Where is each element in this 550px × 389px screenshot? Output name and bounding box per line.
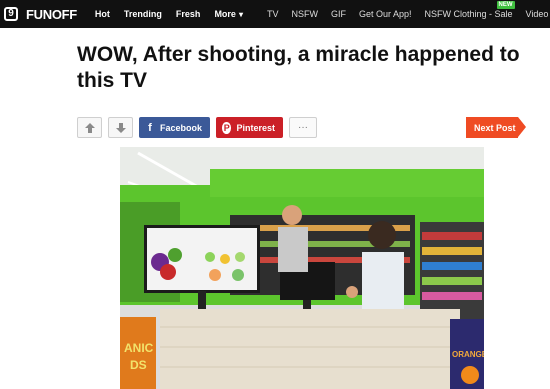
pinterest-label: Pinterest (236, 122, 275, 133)
logo-text: FUNOFF (26, 6, 77, 22)
post-title: WOW, After shooting, a miracle happened … (77, 43, 520, 92)
share-bar: f Facebook P Pinterest ··· (77, 117, 317, 138)
facebook-share-button[interactable]: f Facebook (139, 117, 210, 138)
nav-trending[interactable]: Trending (124, 9, 162, 19)
site-logo[interactable]: 9 FUNOFF (4, 0, 77, 28)
post-image[interactable]: ANIC DS ORANGE (120, 147, 484, 389)
facebook-label: Facebook (159, 122, 202, 133)
nav-nsfw-clothing-label: NSFW Clothing - Sale (424, 9, 513, 19)
arrow-up-icon (84, 122, 95, 133)
nav-fresh[interactable]: Fresh (176, 9, 201, 19)
top-navigation-bar: 9 FUNOFF Hot Trending Fresh More TV NSFW… (0, 0, 550, 28)
nav-get-app[interactable]: Get Our App! (359, 9, 412, 19)
facebook-icon: f (148, 121, 152, 134)
more-share-button[interactable]: ··· (289, 117, 317, 138)
pinterest-share-button[interactable]: P Pinterest (216, 117, 283, 138)
new-badge: NEW (496, 1, 515, 9)
nav-video[interactable]: Video (526, 9, 549, 19)
shop-scene-illustration: ANIC DS ORANGE (120, 147, 484, 389)
nav-gif[interactable]: GIF (331, 9, 346, 19)
sign-left-text: ANIC (124, 341, 154, 355)
nav-more-dropdown[interactable]: More (214, 9, 243, 19)
upvote-button[interactable] (77, 117, 102, 138)
nav-nsfw[interactable]: NSFW (291, 9, 318, 19)
secondary-nav: TV NSFW GIF Get Our App! NSFW Clothing -… (267, 0, 550, 28)
arrow-down-icon (115, 122, 126, 133)
logo-mark: 9 (4, 7, 18, 21)
nav-nsfw-clothing[interactable]: NSFW Clothing - Sale NEW (424, 1, 515, 19)
sign-right-text: ORANGE (452, 350, 484, 359)
next-post-button[interactable]: Next Post (466, 117, 526, 138)
nav-tv[interactable]: TV (267, 9, 279, 19)
pinterest-icon: P (222, 121, 232, 134)
nav-hot[interactable]: Hot (95, 9, 110, 19)
primary-nav: Hot Trending Fresh More (95, 0, 257, 28)
downvote-button[interactable] (108, 117, 133, 138)
sign-left-text-2: DS (130, 358, 147, 372)
